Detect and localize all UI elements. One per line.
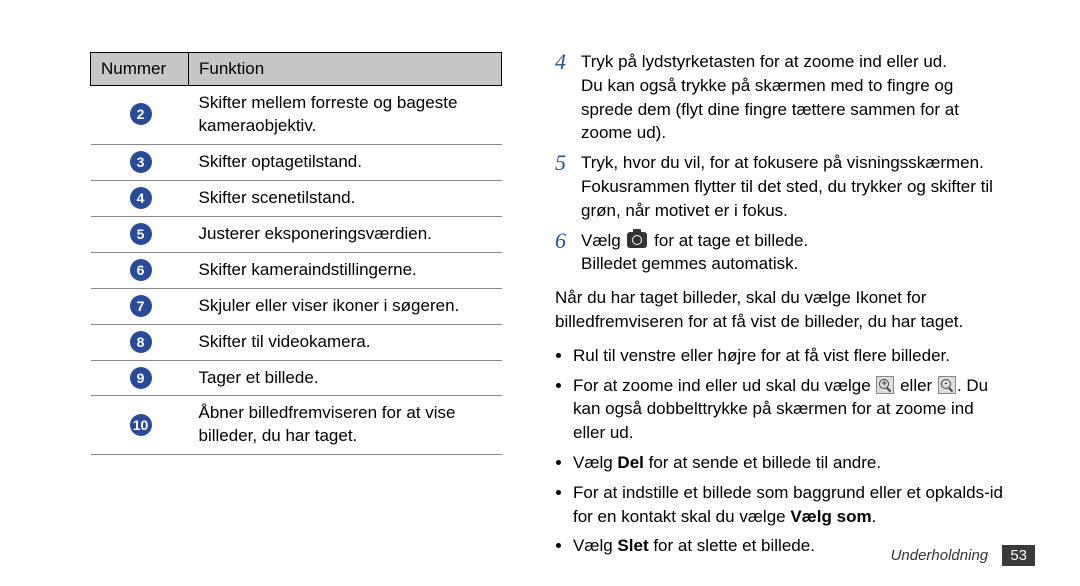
list-item: Vælg Del for at sende et billede til and… <box>573 451 1007 475</box>
bullet-text-pre: For at indstille et billede som baggrund… <box>573 483 1003 526</box>
function-text: Skifter til videokamera. <box>189 324 502 360</box>
bullet-text-mid: eller <box>895 376 937 395</box>
function-text: Skifter scenetilstand. <box>189 180 502 216</box>
step-body: Vælg for at tage et billede. Billedet ge… <box>581 229 1007 277</box>
right-column: 4 Tryk på lydstyrketasten for at zoome i… <box>555 50 1007 564</box>
bullet-text-pre: Vælg <box>573 536 617 555</box>
header-function: Funktion <box>189 53 502 86</box>
step-text-post: for at tage et billede. <box>649 231 808 250</box>
table-row: 10 Åbner billedfremviseren for at vise b… <box>91 396 502 455</box>
manual-page: Nummer Funktion 2 Skifter mellem forrest… <box>0 0 1080 586</box>
bullet-text-post: for at slette et billede. <box>649 536 815 555</box>
step-body: Tryk, hvor du vil, for at fokusere på vi… <box>581 151 1007 222</box>
bullet-text-post: . <box>872 507 877 526</box>
paragraph-after-steps: Når du har taget billeder, skal du vælge… <box>555 286 1007 334</box>
tips-list: Rul til venstre eller højre for at få vi… <box>555 344 1007 558</box>
number-badge-9: 9 <box>130 367 152 389</box>
list-item: Rul til venstre eller højre for at få vi… <box>573 344 1007 368</box>
table-row: 8 Skifter til videokamera. <box>91 324 502 360</box>
number-badge-4: 4 <box>130 187 152 209</box>
step-6: 6 Vælg for at tage et billede. Billedet … <box>555 229 1007 277</box>
step-number: 5 <box>555 151 581 222</box>
function-table: Nummer Funktion 2 Skifter mellem forrest… <box>90 52 502 455</box>
header-number: Nummer <box>91 53 189 86</box>
bullet-text-post: for at sende et billede til andre. <box>644 453 881 472</box>
table-row: 7 Skjuler eller viser ikoner i søgeren. <box>91 288 502 324</box>
camera-icon <box>627 232 647 248</box>
step-text: Tryk på lydstyrketasten for at zoome ind… <box>581 52 947 71</box>
number-badge-5: 5 <box>130 223 152 245</box>
number-badge-6: 6 <box>130 259 152 281</box>
function-text: Skifter kameraindstillingerne. <box>189 252 502 288</box>
bullet-bold: Slet <box>617 536 648 555</box>
table-row: 2 Skifter mellem forreste og bageste kam… <box>91 86 502 145</box>
table-row: 4 Skifter scenetilstand. <box>91 180 502 216</box>
step-text: Du kan også trykke på skærmen med to fin… <box>581 76 959 143</box>
table-row: 6 Skifter kameraindstillingerne. <box>91 252 502 288</box>
section-label: Underholdning <box>891 547 989 564</box>
function-text: Skifter mellem forreste og bageste kamer… <box>189 86 502 145</box>
list-item: For at zoome ind eller ud skal du vælge … <box>573 374 1007 445</box>
number-badge-3: 3 <box>130 151 152 173</box>
number-badge-10: 10 <box>130 414 152 436</box>
bullet-text-pre: For at zoome ind eller ud skal du vælge <box>573 376 875 395</box>
step-text: Tryk, hvor du vil, for at fokusere på vi… <box>581 153 984 172</box>
bullet-bold: Vælg som <box>790 507 871 526</box>
step-number: 6 <box>555 229 581 277</box>
number-badge-2: 2 <box>130 103 152 125</box>
step-text: Fokusrammen flytter til det sted, du try… <box>581 177 993 220</box>
step-4: 4 Tryk på lydstyrketasten for at zoome i… <box>555 50 1007 145</box>
bullet-text-pre: Vælg <box>573 453 617 472</box>
page-footer: Underholdning 53 <box>891 545 1035 566</box>
step-text-pre: Vælg <box>581 231 625 250</box>
function-text: Skjuler eller viser ikoner i søgeren. <box>189 288 502 324</box>
bullet-bold: Del <box>617 453 643 472</box>
number-badge-8: 8 <box>130 331 152 353</box>
function-text: Åbner billedfremviseren for at vise bill… <box>189 396 502 455</box>
function-text: Skifter optagetilstand. <box>189 144 502 180</box>
zoom-out-icon: - <box>938 376 956 394</box>
left-column: Nummer Funktion 2 Skifter mellem forrest… <box>90 52 502 455</box>
page-number: 53 <box>1002 545 1035 566</box>
list-item: For at indstille et billede som baggrund… <box>573 481 1007 529</box>
bullet-text: Rul til venstre eller højre for at få vi… <box>573 346 950 365</box>
table-row: 3 Skifter optagetilstand. <box>91 144 502 180</box>
number-badge-7: 7 <box>130 295 152 317</box>
zoom-in-icon: + <box>876 376 894 394</box>
table-row: 5 Justerer eksponeringsværdien. <box>91 216 502 252</box>
step-number: 4 <box>555 50 581 145</box>
step-5: 5 Tryk, hvor du vil, for at fokusere på … <box>555 151 1007 222</box>
table-row: 9 Tager et billede. <box>91 360 502 396</box>
table-header-row: Nummer Funktion <box>91 53 502 86</box>
step-body: Tryk på lydstyrketasten for at zoome ind… <box>581 50 1007 145</box>
function-text: Tager et billede. <box>189 360 502 396</box>
step-text: Billedet gemmes automatisk. <box>581 254 798 273</box>
function-text: Justerer eksponeringsværdien. <box>189 216 502 252</box>
